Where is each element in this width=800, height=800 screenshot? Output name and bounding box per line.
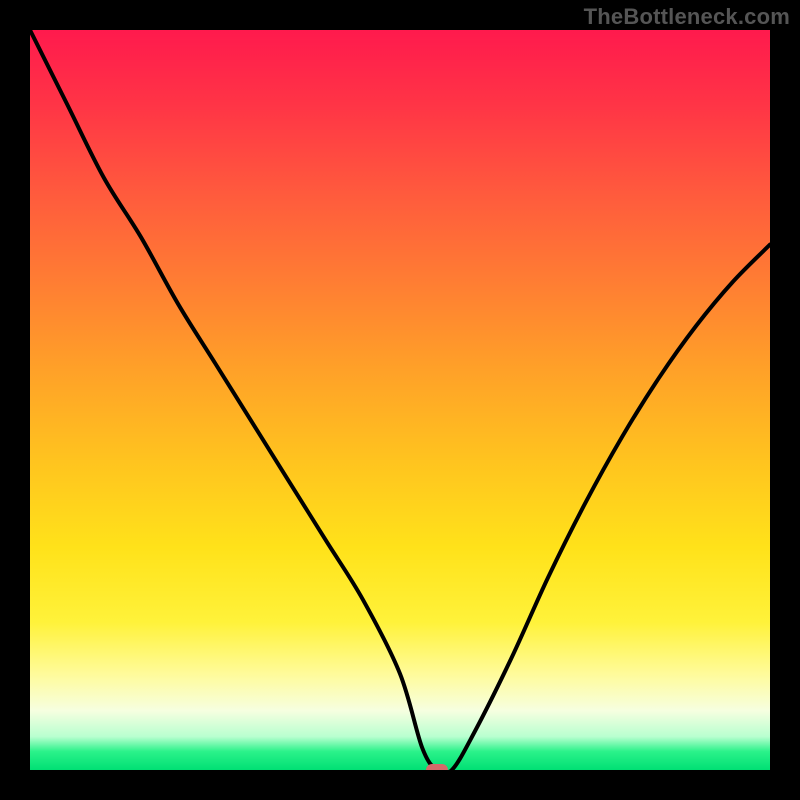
bottleneck-curve [30,30,770,770]
curve-svg [30,30,770,770]
watermark-text: TheBottleneck.com [584,4,790,30]
chart-frame: TheBottleneck.com [0,0,800,800]
plot-area [30,30,770,770]
optimal-marker [426,764,448,770]
